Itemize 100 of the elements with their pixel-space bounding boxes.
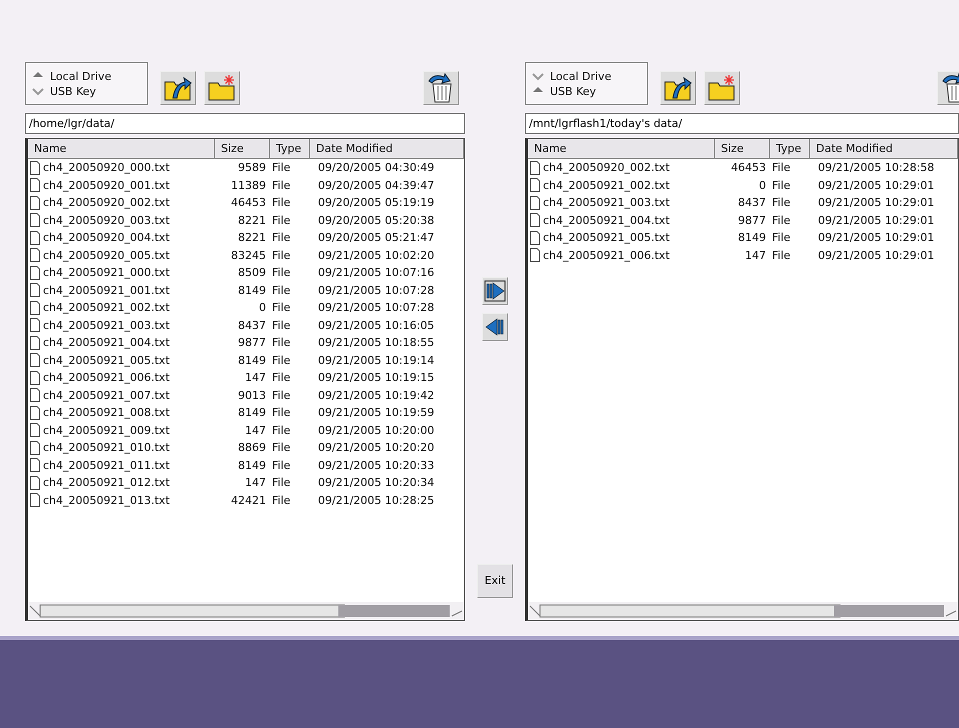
file-name[interactable]: ch4_20050921_002.txt xyxy=(43,299,170,316)
file-name[interactable]: ch4_20050921_003.txt xyxy=(43,316,170,334)
file-icon xyxy=(30,230,40,245)
file-name[interactable]: ch4_20050921_010.txt xyxy=(43,439,170,456)
table-cell-text: File xyxy=(271,422,292,438)
delete-button[interactable] xyxy=(423,71,459,105)
table-cell-text: File xyxy=(271,440,292,456)
horizontal-scrollbar[interactable] xyxy=(528,602,958,620)
new-folder-button[interactable] xyxy=(204,71,240,105)
table-cell-text: 8221 xyxy=(237,212,267,228)
file-name[interactable]: ch4_20050920_002.txt xyxy=(43,194,170,212)
drive-radio[interactable]: Local Drive xyxy=(532,68,641,84)
table-cell-text: 9877 xyxy=(237,335,267,351)
file-name[interactable]: ch4_20050920_004.txt xyxy=(43,229,170,246)
table-cell-text: 8509 xyxy=(237,265,267,281)
column-header[interactable]: Size xyxy=(215,139,270,159)
file-name[interactable]: ch4_20050920_003.txt xyxy=(43,212,170,229)
table-cell-text: 09/21/2005 10:29:01 xyxy=(817,230,936,246)
table-cell-text: 147 xyxy=(244,422,267,438)
column-header[interactable]: Date Modified xyxy=(310,139,464,159)
table-cell-text: 09/21/2005 10:28:58 xyxy=(817,160,936,176)
column-header[interactable]: Date Modified xyxy=(810,139,958,159)
table-cell-text: 147 xyxy=(244,475,267,491)
file-name[interactable]: ch4_20050921_005.txt xyxy=(43,352,170,369)
file-name[interactable]: ch4_20050920_000.txt xyxy=(43,159,170,176)
file-name[interactable]: ch4_20050921_001.txt xyxy=(43,282,170,299)
table-cell-text: File xyxy=(271,352,292,368)
table-cell-text: 09/20/2005 05:21:47 xyxy=(317,230,436,246)
table-cell-text: 46453 xyxy=(230,195,267,211)
drive-radio[interactable]: Local Drive xyxy=(32,68,141,84)
file-name[interactable]: ch4_20050921_004.txt xyxy=(43,334,170,352)
file-icon xyxy=(530,230,540,245)
file-name[interactable]: ch4_20050921_009.txt xyxy=(43,422,170,439)
file-icon xyxy=(30,196,40,210)
file-name[interactable]: ch4_20050921_008.txt xyxy=(43,404,170,422)
column-header[interactable]: Type xyxy=(770,139,810,159)
table-cell-text: 09/21/2005 10:20:33 xyxy=(317,458,436,474)
file-name[interactable]: ch4_20050921_006.txt xyxy=(43,369,170,386)
table-cell-text: 09/21/2005 10:19:14 xyxy=(317,352,436,368)
table-cell-text: 46453 xyxy=(730,160,767,176)
file-name[interactable]: ch4_20050921_013.txt xyxy=(43,492,170,509)
drive-radio[interactable]: USB Key xyxy=(532,84,641,98)
table-cell-text: 09/21/2005 10:20:20 xyxy=(317,440,436,456)
drive-radio[interactable]: USB Key xyxy=(32,84,141,98)
table-cell-text: 09/21/2005 10:29:01 xyxy=(817,248,936,264)
table-cell-text: 09/21/2005 10:19:15 xyxy=(317,370,436,386)
table-cell-text: File xyxy=(271,492,292,508)
file-icon xyxy=(30,370,40,385)
copy-left-button[interactable] xyxy=(482,313,508,341)
file-name[interactable]: ch4_20050921_002.txt xyxy=(543,176,670,194)
path-field[interactable]: /home/lgr/data/ xyxy=(25,113,465,134)
table-cell-text: 09/21/2005 10:20:34 xyxy=(317,475,436,491)
file-name[interactable]: ch4_20050920_001.txt xyxy=(43,176,170,194)
parent-folder-button[interactable] xyxy=(160,71,196,105)
column-header[interactable]: Name xyxy=(28,139,215,159)
column-header[interactable]: Size xyxy=(715,139,770,159)
file-name[interactable]: ch4_20050921_000.txt xyxy=(43,264,170,282)
file-icon xyxy=(30,300,40,315)
new-folder-icon xyxy=(707,74,737,102)
file-icon xyxy=(530,160,540,175)
table-cell-text: 09/21/2005 10:02:20 xyxy=(317,248,436,264)
table-cell-text: 8437 xyxy=(237,318,267,334)
table-cell-text: 09/20/2005 05:19:19 xyxy=(317,195,436,211)
arrow-right-icon xyxy=(484,280,506,302)
file-name[interactable]: ch4_20050921_003.txt xyxy=(543,194,670,212)
table-cell-text: 9589 xyxy=(237,160,267,176)
table-cell-text: File xyxy=(271,178,292,194)
exit-button[interactable]: Exit xyxy=(477,564,513,598)
parent-folder-button[interactable] xyxy=(660,71,696,105)
table-cell-text: File xyxy=(771,178,792,194)
table-cell-text: 147 xyxy=(744,248,767,264)
horizontal-scrollbar[interactable] xyxy=(28,602,464,620)
file-icon xyxy=(530,196,540,210)
table-cell-text: File xyxy=(271,335,292,351)
table-cell-text: File xyxy=(271,248,292,264)
table-cell-text: File xyxy=(271,370,292,386)
file-name[interactable]: ch4_20050920_005.txt xyxy=(43,246,170,264)
path-field[interactable]: /mnt/lgrflash1/today's data/ xyxy=(525,113,959,134)
file-name[interactable]: ch4_20050921_004.txt xyxy=(543,212,670,229)
table-cell-text: 09/21/2005 10:18:55 xyxy=(317,335,436,351)
column-header[interactable]: Type xyxy=(270,139,310,159)
copy-right-button[interactable] xyxy=(482,277,508,305)
file-name[interactable]: ch4_20050921_011.txt xyxy=(43,456,170,474)
table-cell-text: 09/20/2005 04:30:49 xyxy=(317,160,436,176)
file-icon xyxy=(30,160,40,175)
file-icon xyxy=(30,388,40,402)
file-name[interactable]: ch4_20050921_007.txt xyxy=(43,386,170,404)
table-cell-text: 8149 xyxy=(237,405,267,421)
table-cell-text: 09/21/2005 10:16:05 xyxy=(317,318,436,334)
file-name[interactable]: ch4_20050920_002.txt xyxy=(543,159,670,176)
column-header[interactable]: Name xyxy=(528,139,715,159)
file-name[interactable]: ch4_20050921_006.txt xyxy=(543,246,670,264)
table-cell-text: File xyxy=(771,195,792,211)
table-cell-text: 09/21/2005 10:29:01 xyxy=(817,195,936,211)
file-name[interactable]: ch4_20050921_012.txt xyxy=(43,474,170,492)
table-cell-text: File xyxy=(271,318,292,334)
new-folder-button[interactable] xyxy=(704,71,740,105)
file-name[interactable]: ch4_20050921_005.txt xyxy=(543,229,670,246)
file-icon xyxy=(530,248,540,262)
file-icon xyxy=(30,248,40,262)
